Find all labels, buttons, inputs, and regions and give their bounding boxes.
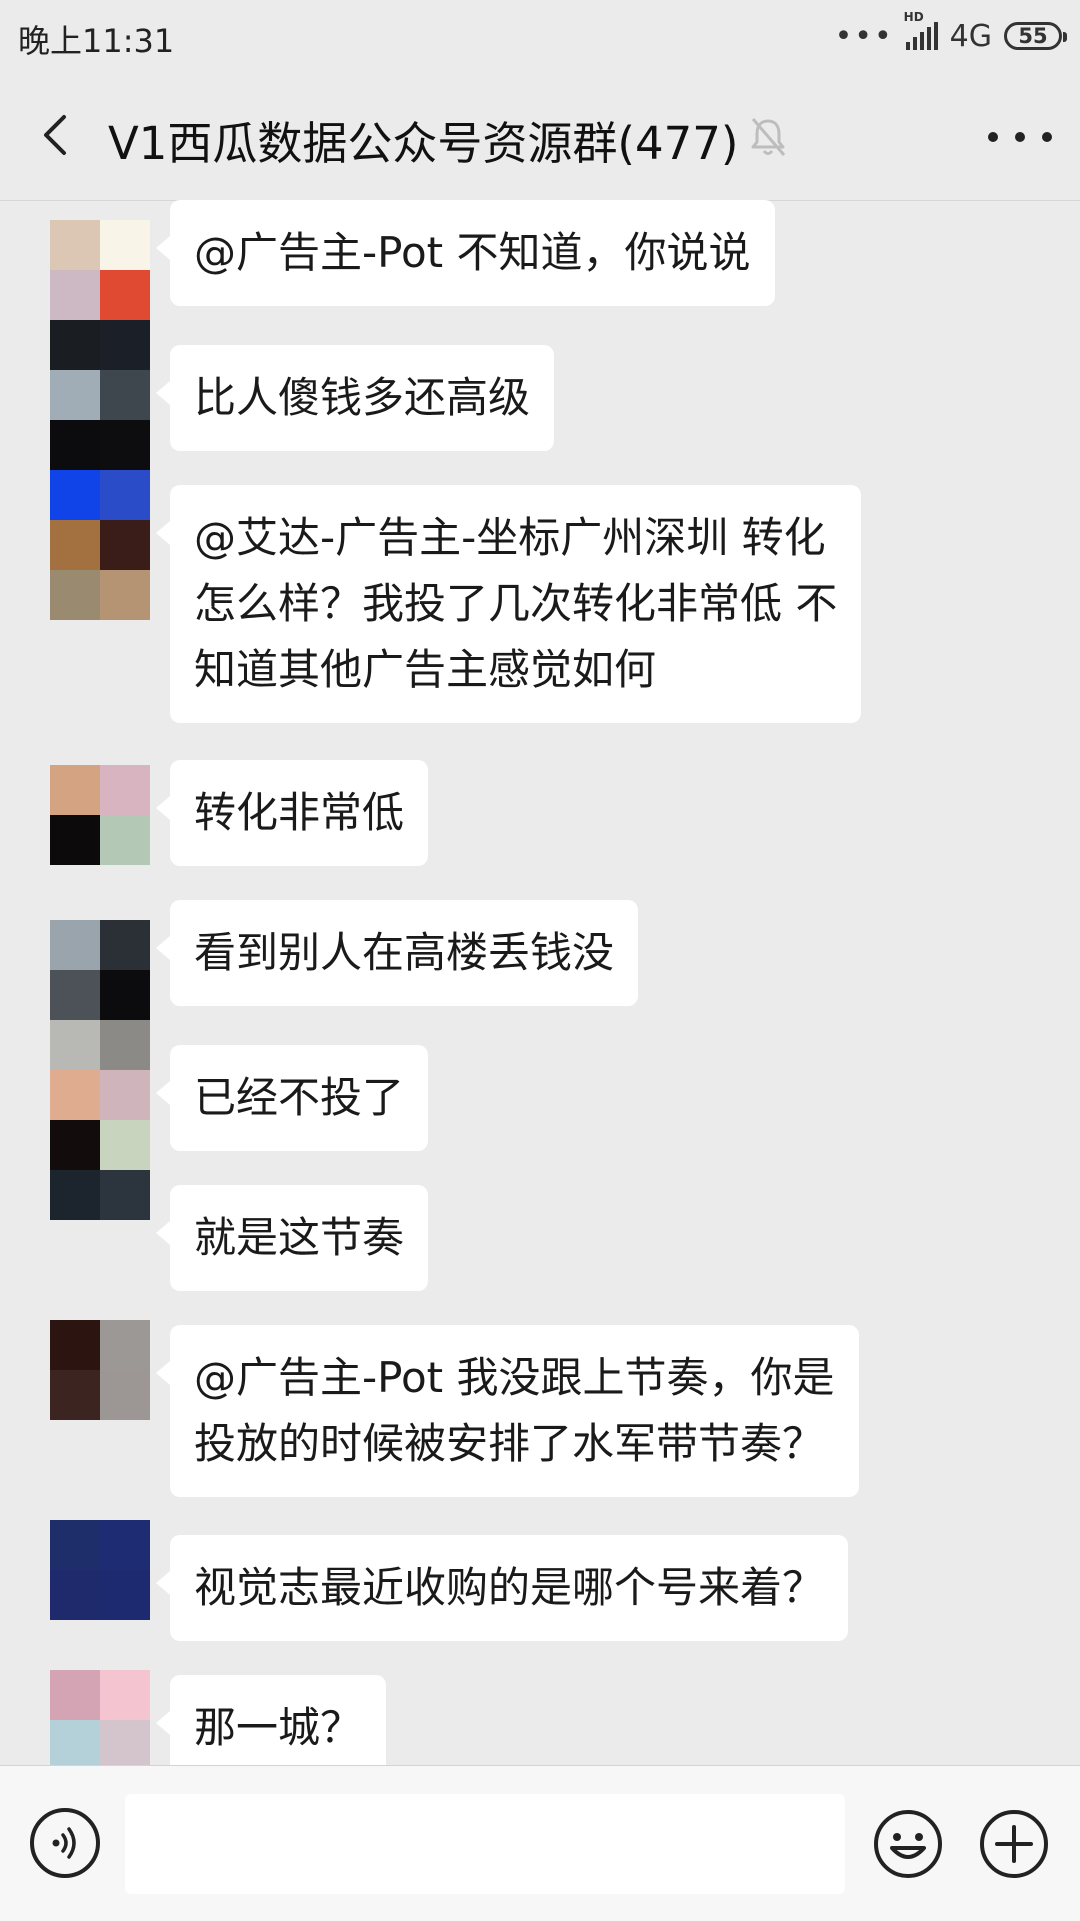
- message-line: 视觉志最近收购的是哪个号来着？: [194, 1563, 825, 1612]
- message-line: 知道其他广告主感觉如何: [194, 645, 657, 694]
- more-options-icon[interactable]: [988, 107, 1052, 167]
- avatar-tile: [50, 520, 100, 570]
- message-bubble[interactable]: @广告主-Pot 我没跟上节奏，你是 投放的时候被安排了水军带节奏？: [156, 1325, 859, 1497]
- message-line: 投放的时候被安排了水军带节奏？: [194, 1419, 825, 1468]
- avatar-tile: [100, 570, 150, 620]
- message-line: 就是这节奏: [194, 1213, 405, 1262]
- mute-bell-icon: [748, 115, 788, 159]
- avatar-tile: [50, 970, 100, 1020]
- message-bubble[interactable]: 转化非常低: [155, 760, 429, 866]
- signal-icon: HD: [904, 10, 938, 50]
- avatar-tile: [100, 1320, 150, 1370]
- avatar-tile: [50, 1120, 100, 1170]
- emoji-icon[interactable]: [872, 1808, 944, 1880]
- avatar[interactable]: [50, 320, 150, 420]
- status-indicators: ••• HD 4G 55: [834, 10, 1067, 56]
- plus-icon[interactable]: [978, 1808, 1050, 1880]
- avatar-tile: [50, 1020, 100, 1070]
- avatar-tile: [100, 420, 150, 470]
- avatar-tile: [100, 815, 150, 865]
- back-arrow-icon[interactable]: [30, 105, 90, 165]
- avatar-tile: [50, 1720, 100, 1765]
- avatar-tile: [100, 1170, 150, 1220]
- message-bubble[interactable]: 已经不投了: [155, 1045, 429, 1151]
- avatar-tile: [100, 920, 150, 970]
- hd-label: HD: [903, 10, 924, 24]
- avatar-tile: [50, 1170, 100, 1220]
- avatar-tile: [50, 765, 100, 815]
- chat-title: V1西瓜数据公众号资源群(477): [108, 117, 739, 170]
- message-line: 转化非常低: [194, 788, 405, 837]
- network-type: 4G: [949, 18, 992, 54]
- status-time: 晚上11:31: [18, 22, 175, 60]
- message-bubble[interactable]: @广告主-Pot 不知道，你说说: [156, 200, 775, 306]
- avatar-tile: [50, 1520, 100, 1570]
- message-line: 比人傻钱多还高级: [194, 373, 531, 422]
- status-bar: 晚上11:31 ••• HD 4G 55: [0, 0, 1080, 75]
- avatar-tile: [100, 470, 150, 520]
- message-line: @广告主-Pot 不知道，你说说: [194, 228, 751, 277]
- message-list: @广告主-Pot 不知道，你说说 比人傻钱多还高级 @艾达-广告主-坐标广州深圳…: [0, 200, 1080, 1765]
- avatar[interactable]: [50, 520, 150, 620]
- voice-input-icon[interactable]: [30, 1808, 100, 1878]
- avatar-tile: [100, 1570, 150, 1620]
- avatar-tile: [100, 520, 150, 570]
- message-bubble[interactable]: @艾达-广告主-坐标广州深圳 转化 怎么样？我投了几次转化非常低 不 知道其他广…: [155, 485, 862, 723]
- message-line: 看到别人在高楼丢钱没: [194, 928, 615, 977]
- input-bar: [0, 1765, 1080, 1921]
- avatar-tile: [50, 320, 100, 370]
- avatar-tile: [100, 970, 150, 1020]
- message-bubble[interactable]: 就是这节奏: [155, 1185, 429, 1291]
- message-bubble[interactable]: 看到别人在高楼丢钱没: [155, 900, 639, 1006]
- avatar-tile: [50, 815, 100, 865]
- avatar-tile: [100, 1370, 150, 1420]
- message-line: @广告主-Pot 我没跟上节奏，你是: [194, 1353, 835, 1402]
- chat-header: V1西瓜数据公众号资源群(477): [0, 75, 1080, 201]
- avatar-tile: [50, 270, 100, 320]
- avatar-tile: [50, 370, 100, 420]
- avatar[interactable]: [50, 920, 150, 1020]
- avatar-tile: [50, 1370, 100, 1420]
- avatar[interactable]: [50, 1320, 150, 1420]
- avatar-tile: [50, 1320, 100, 1370]
- message-bubble[interactable]: 比人傻钱多还高级: [155, 345, 555, 451]
- avatar-tile: [50, 1670, 100, 1720]
- avatar-tile: [100, 1670, 150, 1720]
- avatar-tile: [50, 220, 100, 270]
- avatar-tile: [50, 1070, 100, 1120]
- avatar-tile: [50, 1570, 100, 1620]
- avatar[interactable]: [50, 420, 150, 520]
- avatar-tile: [100, 1120, 150, 1170]
- message-line: 那一城？: [194, 1703, 363, 1752]
- avatar[interactable]: [50, 220, 150, 320]
- avatar-tile: [100, 220, 150, 270]
- avatar-tile: [100, 1520, 150, 1570]
- avatar[interactable]: [50, 1120, 150, 1220]
- avatar-tile: [100, 270, 150, 320]
- avatar-tile: [100, 1020, 150, 1070]
- message-line: 已经不投了: [194, 1073, 405, 1122]
- message-line: @艾达-广告主-坐标广州深圳 转化: [194, 513, 826, 562]
- message-input[interactable]: [125, 1794, 845, 1894]
- message-bubble[interactable]: 那一城？: [155, 1675, 387, 1765]
- avatar-tile: [50, 420, 100, 470]
- message-bubble[interactable]: 视觉志最近收购的是哪个号来着？: [155, 1535, 849, 1641]
- avatar-tile: [100, 320, 150, 370]
- avatar[interactable]: [50, 1020, 150, 1120]
- more-notifications-dots: •••: [834, 18, 894, 54]
- avatar-tile: [100, 370, 150, 420]
- avatar[interactable]: [50, 1670, 150, 1765]
- message-line: 怎么样？我投了几次转化非常低 不: [194, 579, 838, 628]
- avatar-tile: [50, 570, 100, 620]
- avatar[interactable]: [50, 1520, 150, 1620]
- avatar-tile: [50, 920, 100, 970]
- avatar[interactable]: [50, 765, 150, 865]
- avatar-tile: [100, 765, 150, 815]
- battery-icon: 55: [1004, 22, 1067, 50]
- avatar-tile: [100, 1070, 150, 1120]
- avatar-tile: [100, 1720, 150, 1765]
- battery-level: 55: [1018, 24, 1048, 48]
- avatar-tile: [50, 470, 100, 520]
